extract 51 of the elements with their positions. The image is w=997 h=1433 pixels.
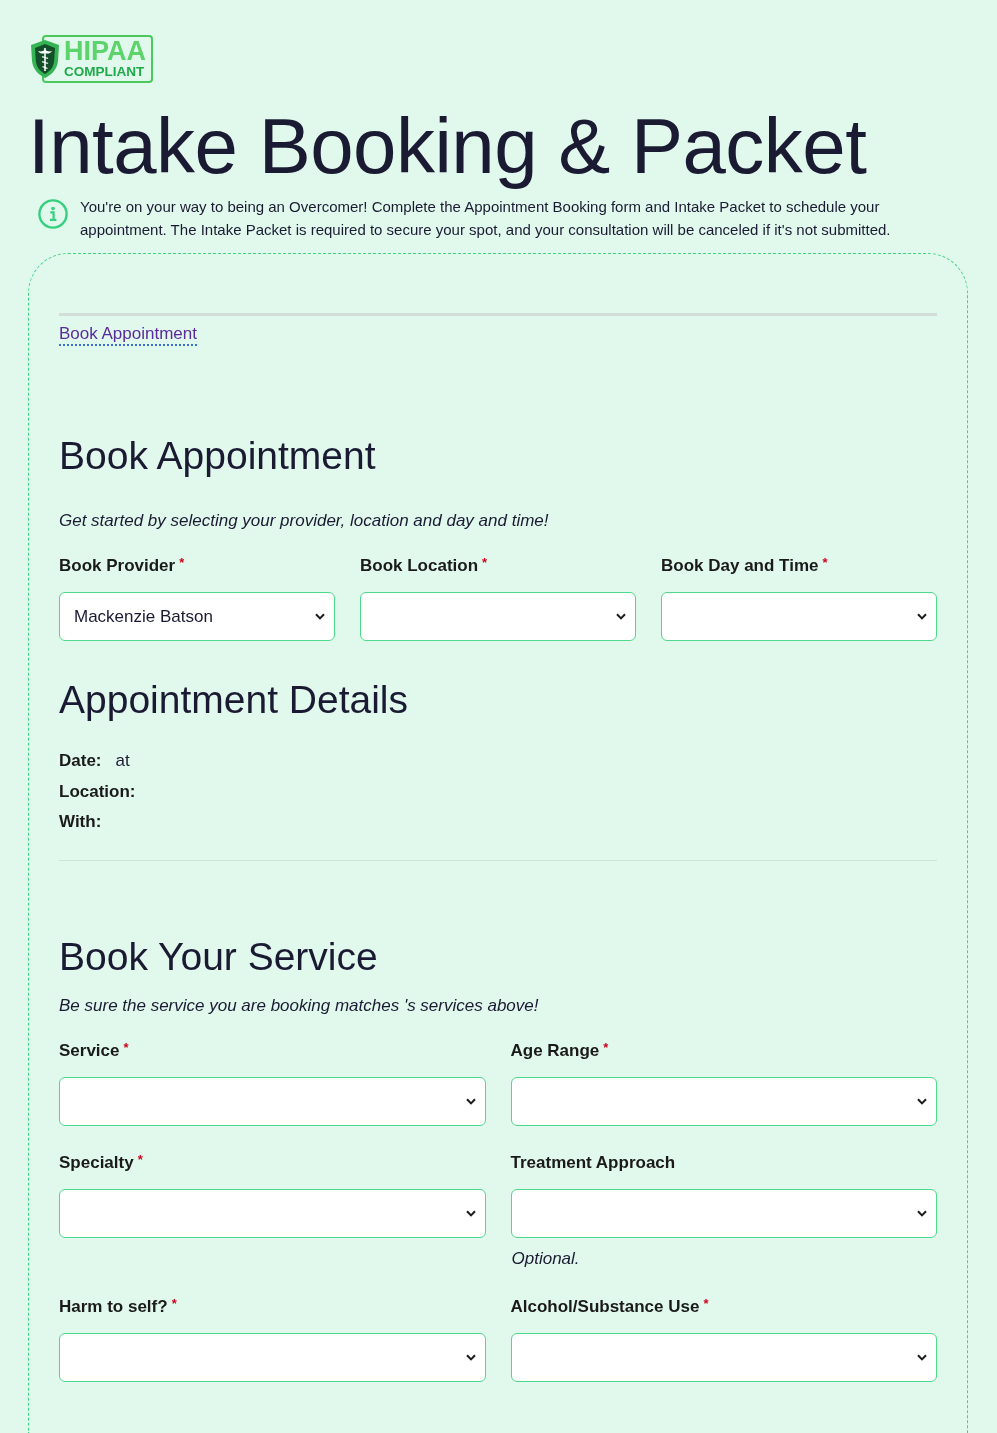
notice-text: You're on your way to being an Overcomer! Complete the Appointment Booking form and Intake Packet to schedule your appointment. The Intake Packet is required to secure your spot, and your consultation will be canceled if it's not submitted. [80,197,892,240]
select-field[interactable] [661,592,937,641]
field-label: Specialty [59,1151,134,1174]
detail-label: With: [59,811,102,833]
chevron-down-icon [917,1097,927,1105]
required-mark: * [703,1295,709,1312]
select-field[interactable] [59,1332,486,1382]
field-label: Age Range [510,1039,600,1062]
chevron-down-icon [465,1209,476,1217]
required-mark: * [482,555,488,571]
required-mark: * [123,1039,129,1056]
detail-label: Date: [59,750,102,772]
required-mark: * [179,555,185,571]
field-label: Book Day and Time [661,555,819,577]
chevron-down-icon [465,1097,476,1105]
select-field[interactable] [59,1076,486,1126]
section-heading: Book Appointment [59,433,377,479]
section-intro: Be sure the service you are booking matches 's services above! [59,994,540,1017]
detail-label: Location: [59,780,136,803]
section-heading: Appointment Details [59,677,410,723]
field-label: Book Provider [59,555,176,577]
select-field[interactable] [510,1076,937,1126]
select-field[interactable]: Mackenzie Batson [59,592,335,641]
info-icon [38,199,68,229]
section-intro: Get started by selecting your provider, location and day and time! [59,510,550,532]
select-field[interactable] [510,1188,937,1238]
field-label: Harm to self? [59,1295,168,1318]
field-hint: Optional. [511,1247,581,1270]
chevron-down-icon [917,613,927,620]
required-mark: * [137,1151,143,1168]
step-link[interactable]: Book Appointment [59,324,197,346]
required-mark: * [171,1295,177,1312]
chevron-down-icon [917,1209,927,1217]
select-field[interactable] [510,1332,937,1382]
chevron-down-icon [315,613,325,620]
field-label: Treatment Approach [510,1151,676,1174]
chevron-down-icon [917,1353,927,1361]
field-label: Book Location [360,555,479,577]
detail-value: at [115,750,130,772]
chevron-down-icon [465,1353,476,1361]
badge-title: HIPAA [64,38,146,64]
badge-subtitle: COMPLIANT [64,64,145,79]
field-label: Alcohol/Substance Use [510,1295,700,1318]
select-field[interactable] [59,1188,486,1238]
field-label: Service [59,1039,120,1062]
section-heading: Book Your Service [59,933,379,980]
select-field[interactable] [360,592,636,641]
chevron-down-icon [616,613,626,620]
required-mark: * [822,555,828,571]
required-mark: * [603,1039,609,1056]
shield-icon [30,39,60,79]
